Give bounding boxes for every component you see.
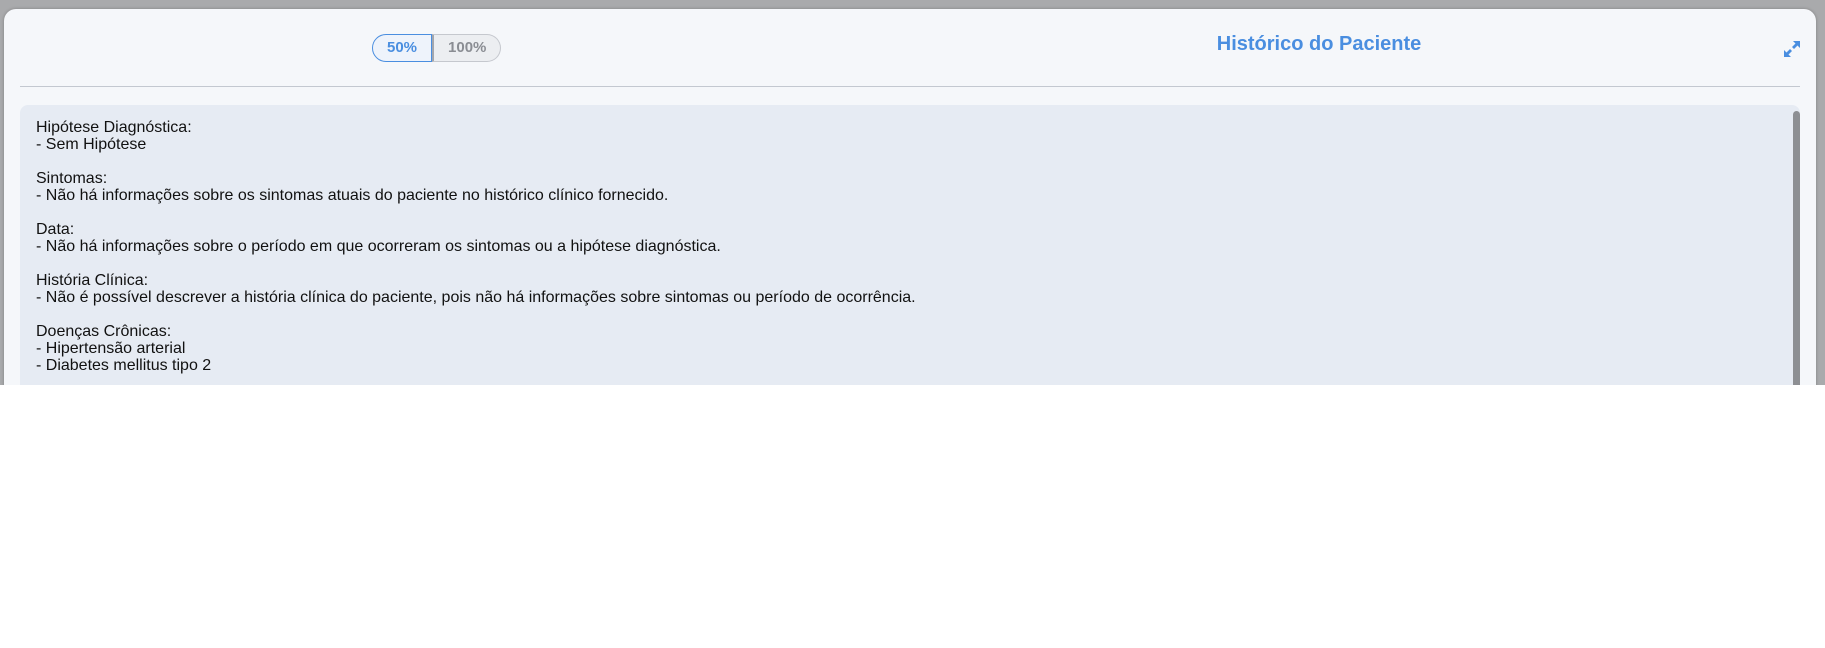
section-chronic-diseases: Doenças Crônicas: - Hipertensão arterial…: [36, 323, 916, 374]
section-heading: Data:: [36, 221, 75, 238]
expand-icon[interactable]: [1782, 39, 1802, 59]
patient-history-panel: 50% 100% Histórico do Paciente Hipótese …: [4, 9, 1816, 385]
section-line: - Não há informações sobre os sintomas a…: [36, 187, 669, 204]
content-scrollbar[interactable]: [1793, 111, 1800, 385]
section-line: - Não há informações sobre o período em …: [36, 238, 721, 255]
section-heading: Hipótese Diagnóstica:: [36, 119, 192, 136]
zoom-100-button[interactable]: 100%: [432, 34, 502, 62]
section-heading: Sintomas:: [36, 170, 108, 187]
section-line: - Não é possível descrever a história cl…: [36, 289, 916, 306]
history-content: Hipótese Diagnóstica: - Sem Hipótese Sin…: [20, 105, 1800, 385]
header-divider: [20, 86, 1800, 87]
history-text: Hipótese Diagnóstica: - Sem Hipótese Sin…: [36, 119, 916, 385]
section-symptoms: Sintomas: - Não há informações sobre os …: [36, 170, 916, 204]
section-line: - Sem Hipótese: [36, 136, 147, 153]
zoom-50-button[interactable]: 50%: [372, 34, 433, 62]
modal-backdrop: 50% 100% Histórico do Paciente Hipótese …: [0, 0, 1825, 385]
zoom-toggle-group: 50% 100%: [372, 34, 502, 62]
panel-header: 50% 100% Histórico do Paciente: [4, 9, 1816, 87]
section-line: - Hipertensão arterial: [36, 340, 186, 357]
section-diagnostic-hypothesis: Hipótese Diagnóstica: - Sem Hipótese: [36, 119, 916, 153]
section-heading: História Clínica:: [36, 272, 149, 289]
section-heading: Doenças Crônicas:: [36, 323, 172, 340]
section-line: - Diabetes mellitus tipo 2: [36, 357, 212, 374]
page-title: Histórico do Paciente: [1216, 33, 1422, 55]
section-date: Data: - Não há informações sobre o perío…: [36, 221, 916, 255]
section-clinical-history: História Clínica: - Não é possível descr…: [36, 272, 916, 306]
